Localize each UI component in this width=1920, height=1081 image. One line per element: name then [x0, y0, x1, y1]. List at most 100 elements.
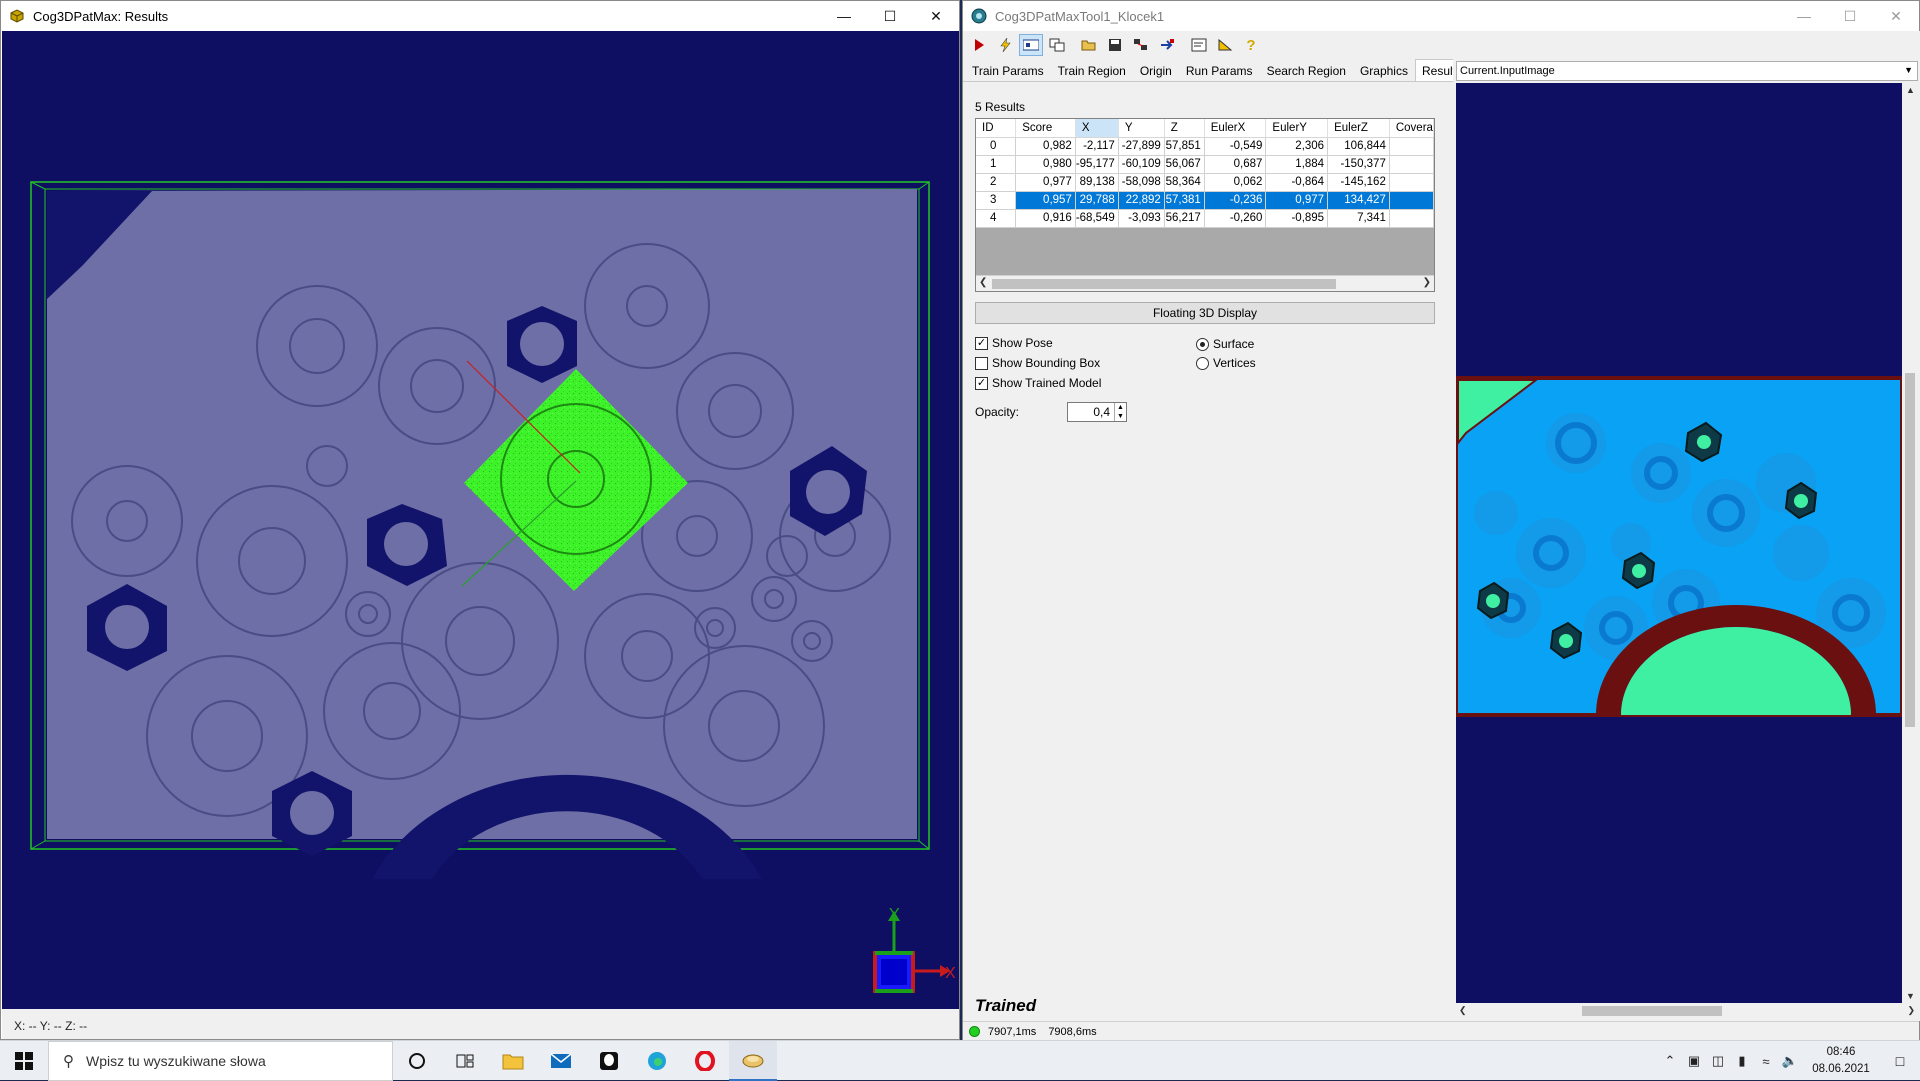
open-folder-icon[interactable]	[1077, 34, 1101, 56]
edge-icon[interactable]	[633, 1041, 681, 1081]
scroll-right-icon[interactable]: ❯	[1423, 277, 1431, 288]
terminal-icon[interactable]	[1187, 34, 1211, 56]
tool-window-title: Cog3DPatMaxTool1_Klocek1	[995, 8, 1165, 24]
floating-3d-display-button[interactable]: Floating 3D Display	[975, 302, 1435, 324]
checkbox-checked[interactable]: ✓	[975, 336, 988, 350]
search-icon: ⚲	[63, 1053, 74, 1070]
table-row[interactable]: 4 0,916 -68,549 -3,093 56,217 -0,260 -0,…	[976, 209, 1434, 228]
table-row[interactable]: 0 0,982 -2,117 -27,899 57,851 -0,549 2,3…	[976, 137, 1434, 156]
3d-display-view[interactable]: Y X	[2, 31, 959, 1009]
image-horizontal-scrollbar[interactable]: ❮ ❯	[1456, 1003, 1918, 1019]
scroll-left-icon[interactable]: ❮	[1459, 1005, 1467, 1016]
cell: 0,916	[1015, 209, 1076, 228]
tab-train-region[interactable]: Train Region	[1051, 59, 1133, 81]
results-grid[interactable]: ID Score X Y Z EulerX EulerY EulerZ Cove…	[975, 118, 1435, 292]
floating-window-icon[interactable]	[1045, 34, 1069, 56]
tab-run-params[interactable]: Run Params	[1179, 59, 1260, 81]
cursor-coordinates: X: -- Y: -- Z: --	[2, 1009, 959, 1039]
alien-app-icon[interactable]	[585, 1041, 633, 1081]
taskbar-search-input[interactable]: ⚲ Wpisz tu wyszukiwane słowa	[48, 1041, 393, 1081]
results-count: 5 Results	[975, 100, 1026, 114]
maximize-button[interactable]: ☐	[1827, 1, 1873, 31]
show-trained-model-checkbox[interactable]: ✓ Show Trained Model	[975, 376, 1101, 390]
grid-scroll-thumb[interactable]	[992, 279, 1336, 289]
meet-icon[interactable]: ▣	[1682, 1053, 1706, 1069]
link-icon[interactable]	[1129, 34, 1153, 56]
network-adapter-icon[interactable]: ◫	[1706, 1053, 1730, 1069]
surface-radio[interactable]: Surface	[1196, 337, 1254, 351]
scroll-down-icon[interactable]: ▼	[1906, 991, 1915, 1001]
tab-search-region[interactable]: Search Region	[1260, 59, 1353, 81]
maximize-button[interactable]: ☐	[867, 1, 913, 31]
battery-icon[interactable]: ▮	[1730, 1053, 1754, 1069]
vertices-radio[interactable]: Vertices	[1196, 356, 1256, 370]
opacity-stepper[interactable]: 0,4 ▲ ▼	[1067, 402, 1127, 422]
col-header-x[interactable]: X	[1075, 119, 1119, 138]
clock-time: 08:46	[1826, 1046, 1856, 1058]
mail-icon[interactable]	[537, 1041, 585, 1081]
cell: 0,062	[1204, 173, 1267, 192]
col-header-eulerz[interactable]: EulerZ	[1327, 119, 1390, 138]
col-header-score[interactable]: Score	[1015, 119, 1076, 138]
show-display-icon[interactable]	[1019, 34, 1043, 56]
grid-horizontal-scrollbar[interactable]: ❮ ❯	[976, 275, 1434, 291]
radio-unselected[interactable]	[1196, 356, 1209, 370]
taskbar-clock[interactable]: 08:46 08.06.2021	[1802, 1044, 1880, 1078]
save-icon[interactable]	[1103, 34, 1127, 56]
image-vscroll-thumb[interactable]	[1905, 373, 1915, 727]
cell	[1389, 173, 1434, 192]
electric-run-icon[interactable]	[993, 34, 1017, 56]
close-button[interactable]: ✕	[1873, 1, 1919, 31]
scroll-right-icon[interactable]: ❯	[1907, 1005, 1915, 1016]
cell: 57,851	[1164, 137, 1205, 156]
chevron-up-icon[interactable]: ⌃	[1658, 1053, 1682, 1069]
run-icon[interactable]	[967, 34, 991, 56]
cortana-icon[interactable]	[393, 1041, 441, 1081]
task-view-icon[interactable]	[441, 1041, 489, 1081]
tab-train-params[interactable]: Train Params	[965, 59, 1051, 81]
depth-image-view[interactable]	[1456, 83, 1902, 1003]
reset-icon[interactable]	[1155, 34, 1179, 56]
col-header-eulery[interactable]: EulerY	[1265, 119, 1329, 138]
cognex-taskbar-icon[interactable]	[729, 1041, 777, 1081]
tab-origin[interactable]: Origin	[1133, 59, 1179, 81]
notifications-icon[interactable]: □	[1880, 1053, 1920, 1069]
cell	[1389, 191, 1434, 210]
opera-icon[interactable]	[681, 1041, 729, 1081]
scroll-up-icon[interactable]: ▲	[1906, 85, 1915, 95]
tab-graphics[interactable]: Graphics	[1353, 59, 1415, 81]
minimize-button[interactable]: —	[1781, 1, 1827, 31]
col-header-z[interactable]: Z	[1164, 119, 1205, 138]
show-pose-label: Show Pose	[992, 336, 1053, 350]
checkbox-checked[interactable]: ✓	[975, 376, 988, 390]
checkbox-unchecked[interactable]	[975, 356, 988, 370]
windows-icon[interactable]	[0, 1041, 48, 1081]
image-vertical-scrollbar[interactable]: ▲ ▼	[1902, 83, 1918, 1003]
show-pose-checkbox[interactable]: ✓ Show Pose	[975, 336, 1053, 350]
help-icon[interactable]: ?	[1239, 34, 1263, 56]
chevron-down-icon[interactable]: ▼	[1904, 65, 1913, 75]
table-row[interactable]: 2 0,977 89,138 -58,098 58,364 0,062 -0,8…	[976, 173, 1434, 192]
scroll-left-icon[interactable]: ❮	[979, 277, 987, 288]
table-row[interactable]: 1 0,980 -95,177 -60,109 56,067 0,687 1,8…	[976, 155, 1434, 174]
col-header-coverage[interactable]: Covera	[1389, 119, 1434, 138]
col-header-id[interactable]: ID	[976, 119, 1017, 138]
measure-icon[interactable]	[1213, 34, 1237, 56]
image-hscroll-thumb[interactable]	[1582, 1006, 1722, 1016]
minimize-button[interactable]: —	[821, 1, 867, 31]
spin-arrows-icon[interactable]: ▲ ▼	[1114, 403, 1126, 421]
close-button[interactable]: ✕	[913, 1, 959, 31]
show-bounding-box-checkbox[interactable]: Show Bounding Box	[975, 356, 1100, 370]
results-window-titlebar[interactable]: Cog3DPatMax: Results — ☐ ✕	[1, 1, 959, 31]
wifi-icon[interactable]: ≈	[1754, 1054, 1778, 1069]
file-explorer-icon[interactable]	[489, 1041, 537, 1081]
volume-mute-icon[interactable]: 🔈	[1778, 1053, 1802, 1069]
col-header-y[interactable]: Y	[1118, 119, 1165, 138]
radio-selected[interactable]	[1196, 337, 1209, 351]
tool-window-titlebar[interactable]: Cog3DPatMaxTool1_Klocek1 — ☐ ✕	[963, 1, 1919, 31]
status-time-1: 7907,1ms	[988, 1025, 1037, 1038]
table-row-selected[interactable]: 3 0,957 29,788 22,892 57,381 -0,236 0,97…	[976, 191, 1434, 210]
col-header-eulerx[interactable]: EulerX	[1204, 119, 1267, 138]
show-trained-model-label: Show Trained Model	[992, 376, 1102, 390]
image-source-select[interactable]: Current.InputImage ▼	[1456, 61, 1918, 81]
